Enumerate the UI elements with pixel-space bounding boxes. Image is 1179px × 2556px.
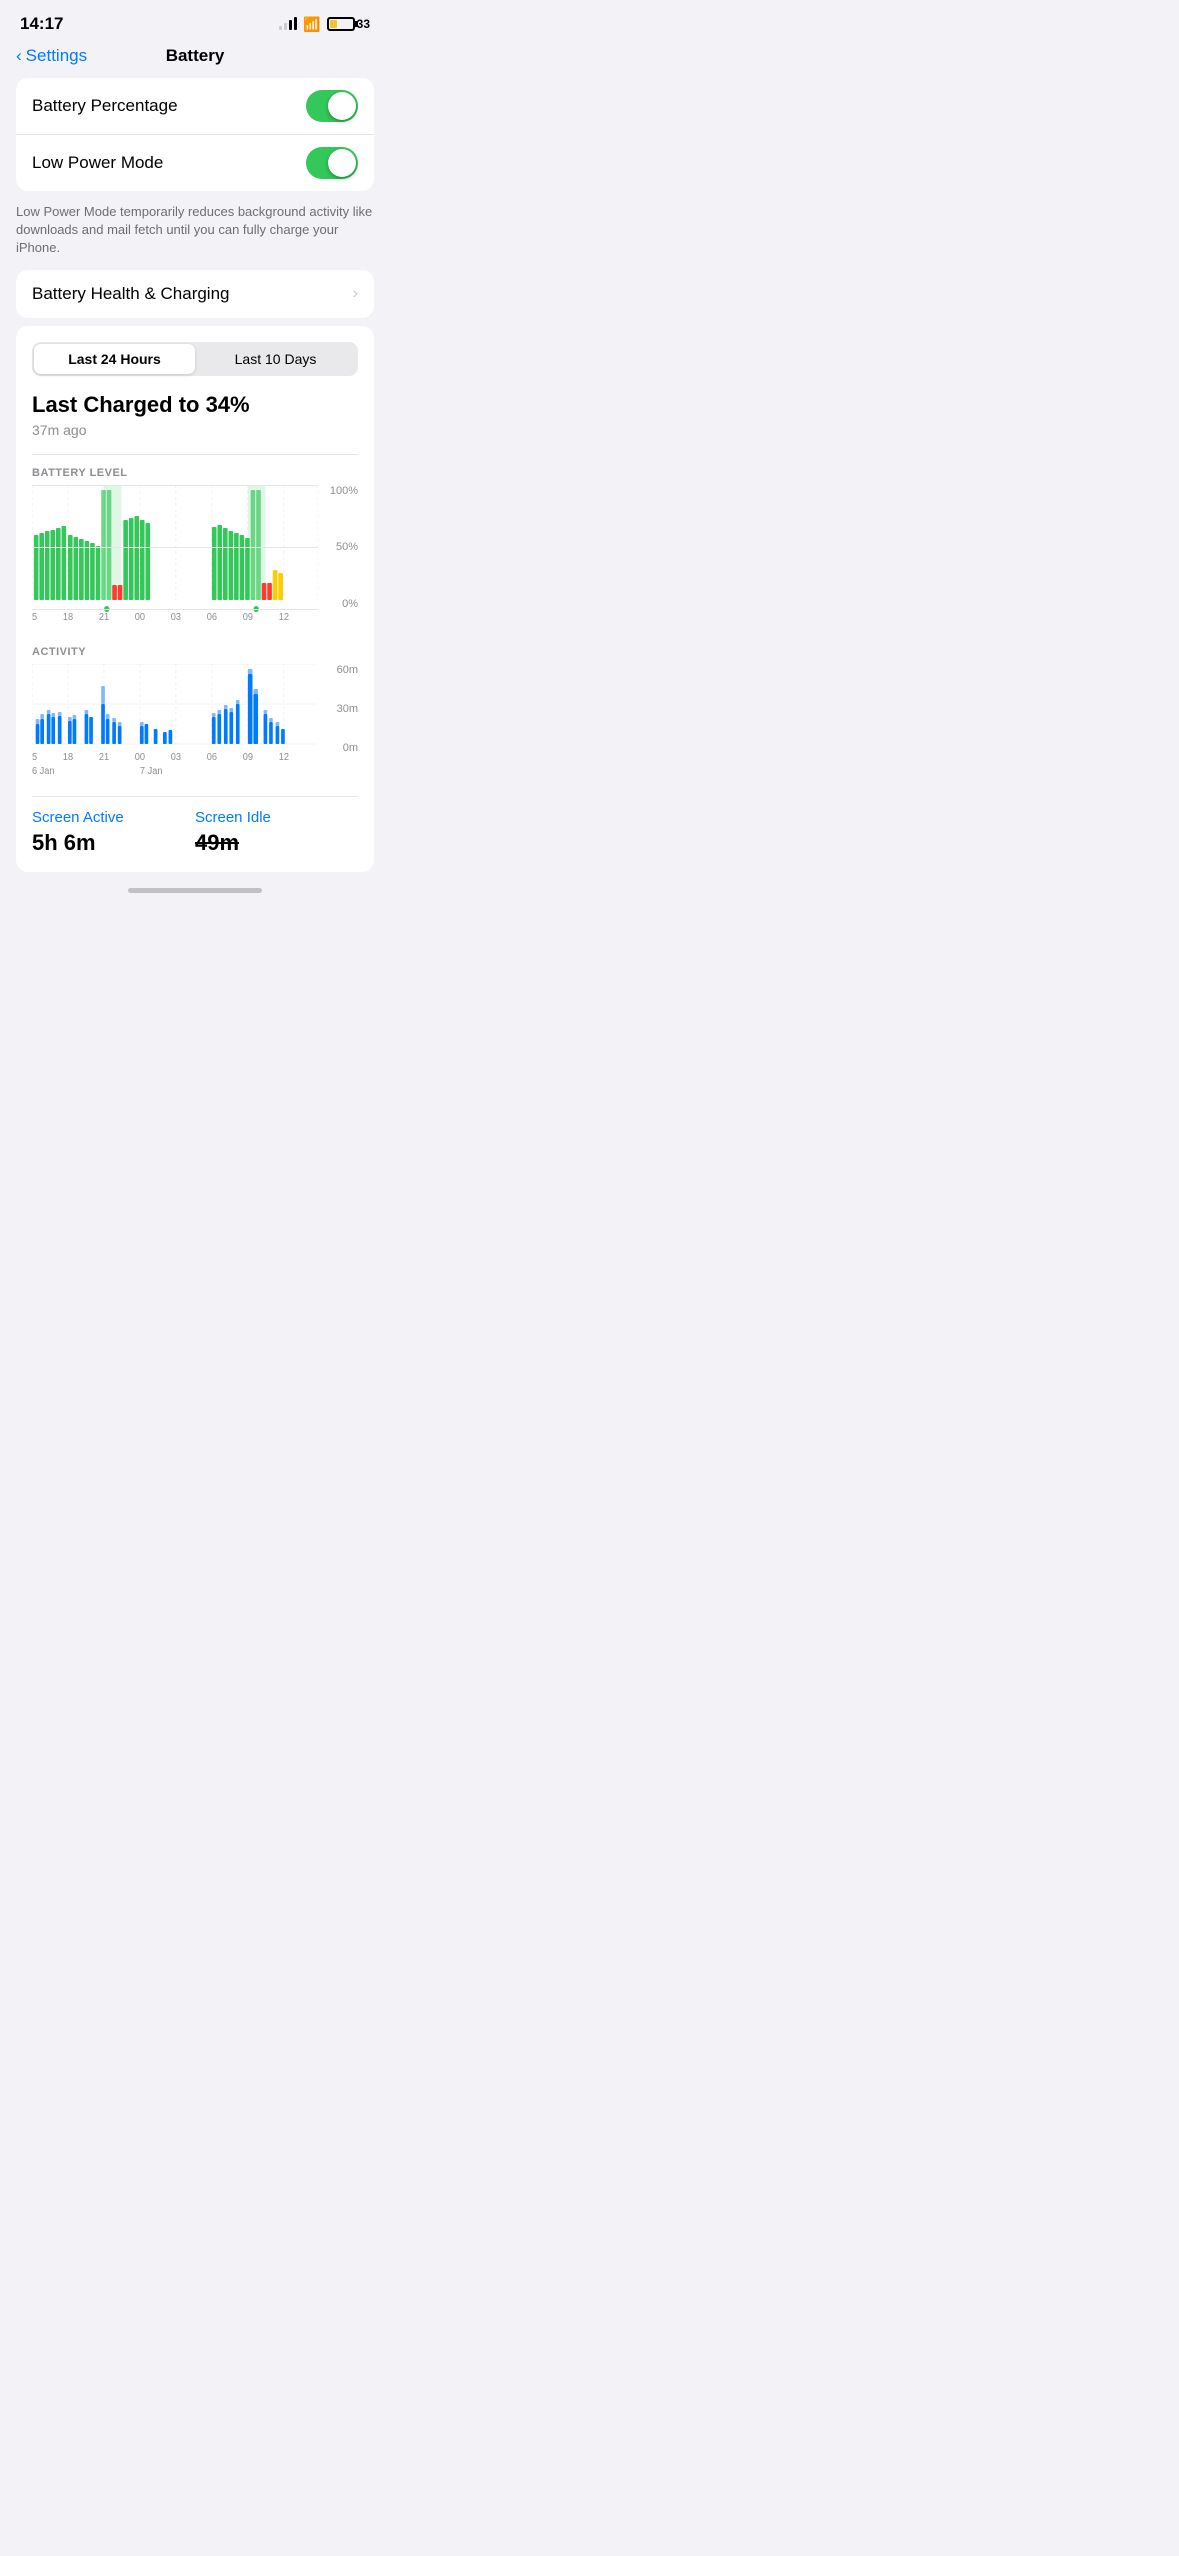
battery-chart-card: Last 24 Hours Last 10 Days Last Charged … — [16, 326, 374, 872]
segment-10d[interactable]: Last 10 Days — [195, 344, 356, 374]
y-label-100: 100% — [330, 485, 358, 497]
status-icons: 📶 33 — [279, 16, 370, 33]
screen-active-label: Screen Active — [32, 809, 195, 826]
svg-text:00: 00 — [135, 611, 145, 622]
y-label-0m: 0m — [343, 742, 358, 754]
battery-percentage-row: Battery Percentage — [16, 78, 374, 134]
battery-health-label: Battery Health & Charging — [32, 284, 230, 304]
svg-text:12: 12 — [279, 611, 289, 622]
svg-text:00: 00 — [135, 751, 145, 762]
y-label-50: 50% — [336, 541, 358, 553]
chevron-left-icon: ‹ — [16, 46, 22, 66]
legend-row: Screen Active 5h 6m Screen Idle 49m — [32, 796, 358, 856]
svg-text:06: 06 — [207, 751, 217, 762]
svg-text:06: 06 — [207, 611, 217, 622]
y-label-0: 0% — [342, 598, 358, 610]
low-power-mode-toggle[interactable] — [306, 147, 358, 179]
battery-percentage-label: Battery Percentage — [32, 96, 178, 116]
battery-health-card[interactable]: Battery Health & Charging › — [16, 270, 374, 318]
svg-text:18: 18 — [63, 751, 73, 762]
chevron-right-icon: › — [353, 285, 358, 303]
screen-idle-value: 49m — [195, 830, 358, 856]
back-label: Settings — [26, 46, 87, 66]
home-bar — [128, 888, 262, 893]
charged-subtitle: 37m ago — [32, 422, 358, 438]
activity-chart-wrapper: 15 18 21 00 03 06 09 12 6 Jan 7 Jan 60m … — [32, 664, 358, 784]
battery-health-row[interactable]: Battery Health & Charging › — [16, 270, 374, 318]
signal-icon — [279, 18, 297, 30]
svg-text:09: 09 — [243, 611, 253, 622]
svg-text:03: 03 — [171, 611, 181, 622]
screen-idle-label: Screen Idle — [195, 809, 358, 826]
status-time: 14:17 — [20, 14, 63, 34]
toggle-knob — [328, 92, 356, 120]
battery-bars-svg: 15 18 21 00 03 06 09 12 — [32, 485, 318, 625]
status-bar: 14:17 📶 33 — [0, 0, 390, 42]
toggle-knob-2 — [328, 149, 356, 177]
wifi-icon: 📶 — [303, 16, 320, 33]
low-power-mode-label: Low Power Mode — [32, 153, 163, 173]
battery-percentage-toggle[interactable] — [306, 90, 358, 122]
svg-text:12: 12 — [279, 751, 289, 762]
home-indicator — [0, 880, 390, 897]
y-label-30m: 30m — [337, 703, 358, 715]
nav-bar: ‹ Settings Battery — [0, 42, 390, 78]
screen-idle-legend: Screen Idle 49m — [195, 809, 358, 856]
battery-y-axis: 100% 50% 0% — [318, 485, 358, 630]
svg-text:6 Jan: 6 Jan — [32, 765, 55, 776]
battery-percent-label: 33 — [357, 17, 370, 31]
activity-bars-svg: 15 18 21 00 03 06 09 12 6 Jan 7 Jan — [32, 664, 318, 779]
y-label-60m: 60m — [337, 664, 358, 676]
battery-chart-area: 15 18 21 00 03 06 09 12 — [32, 485, 318, 630]
battery-chart-wrapper: 15 18 21 00 03 06 09 12 100% 50% 0% — [32, 485, 358, 630]
activity-label: ACTIVITY — [32, 646, 358, 658]
screen-active-value: 5h 6m — [32, 830, 195, 856]
battery-settings-card: Battery Percentage Low Power Mode — [16, 78, 374, 191]
svg-text:21: 21 — [99, 751, 109, 762]
svg-text:18: 18 — [63, 611, 73, 622]
time-segmented-control[interactable]: Last 24 Hours Last 10 Days — [32, 342, 358, 376]
low-power-description: Low Power Mode temporarily reduces backg… — [0, 199, 390, 270]
page-title: Battery — [166, 46, 225, 66]
activity-chart-area: 15 18 21 00 03 06 09 12 6 Jan 7 Jan — [32, 664, 318, 784]
svg-text:7 Jan: 7 Jan — [140, 765, 163, 776]
activity-y-axis: 60m 30m 0m — [318, 664, 358, 784]
svg-text:09: 09 — [243, 751, 253, 762]
svg-text:03: 03 — [171, 751, 181, 762]
charged-title: Last Charged to 34% — [32, 392, 358, 418]
battery-status-icon: 33 — [327, 17, 370, 31]
segment-24h[interactable]: Last 24 Hours — [34, 344, 195, 374]
battery-level-label: BATTERY LEVEL — [32, 467, 358, 479]
svg-text:21: 21 — [99, 611, 109, 622]
back-button[interactable]: ‹ Settings — [16, 46, 87, 66]
svg-text:15: 15 — [32, 751, 37, 762]
screen-active-legend: Screen Active 5h 6m — [32, 809, 195, 856]
low-power-mode-row: Low Power Mode — [16, 134, 374, 191]
svg-text:15: 15 — [32, 611, 37, 622]
